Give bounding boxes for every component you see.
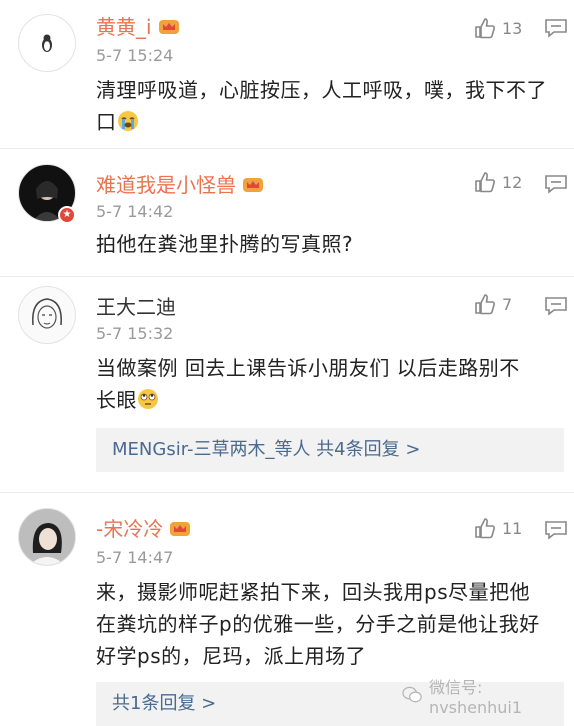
verified-badge-icon: ★ (58, 206, 76, 224)
timestamp: 5-7 14:42 (96, 202, 174, 221)
comment-text-line: 长眼 (96, 388, 137, 412)
penguin-icon (42, 34, 52, 52)
crying-face-icon (117, 111, 138, 131)
reply-icon[interactable] (544, 520, 568, 540)
like-button[interactable]: 11 (474, 516, 522, 540)
comment-text: 清理呼吸道，心脏按压，人工呼吸，噗，我下不了 口 (96, 74, 556, 138)
like-button[interactable]: 7 (474, 292, 512, 316)
username[interactable]: 难道我是小怪兽 (96, 172, 264, 198)
sketch-woman-avatar (32, 298, 62, 329)
like-button[interactable]: 13 (474, 16, 522, 40)
avatar[interactable] (18, 286, 76, 344)
username-text[interactable]: 黄黄_i (96, 15, 152, 39)
reply-icon[interactable] (544, 18, 568, 38)
reply-icon[interactable] (544, 174, 568, 194)
username[interactable]: 黄黄_i (96, 14, 180, 40)
wechat-icon (402, 686, 422, 703)
thumbs-up-icon (475, 18, 495, 39)
like-count: 11 (502, 518, 523, 538)
avatar[interactable] (18, 14, 76, 72)
comment-text-line: 当做案例 回去上课告诉小朋友们 以后走路别不 (96, 356, 520, 380)
comment-text: 当做案例 回去上课告诉小朋友们 以后走路别不 长眼 (96, 352, 556, 416)
username-text[interactable]: 王大二迪 (96, 295, 176, 319)
thumbs-up-icon (475, 172, 495, 193)
timestamp: 5-7 14:47 (96, 548, 174, 567)
like-button[interactable]: 12 (474, 170, 522, 194)
vip-crown-icon (243, 177, 263, 192)
like-count: 7 (502, 294, 513, 314)
divider (0, 492, 574, 493)
divider (0, 276, 574, 277)
watermark-text: 微信号: nvshenhui1 (429, 677, 523, 717)
replies-link[interactable]: MENGsir-三草两木_等人 共4条回复 > (96, 428, 564, 472)
like-count: 13 (502, 18, 523, 38)
like-count: 12 (502, 172, 523, 192)
comment-text: 拍他在粪池里扑腾的写真照? (96, 228, 556, 260)
username-text[interactable]: -宋冷冷 (96, 517, 163, 541)
comment-text: 来，摄影师呢赶紧拍下来，回头我用ps尽量把他 在粪坑的样子p的优雅一些，分手之前… (96, 576, 556, 672)
vip-crown-icon (170, 521, 191, 536)
username[interactable]: -宋冷冷 (96, 516, 191, 542)
reply-icon[interactable] (544, 296, 568, 316)
watermark: 微信号: nvshenhui1 (402, 678, 574, 717)
vip-crown-icon (158, 19, 179, 34)
thumbs-up-icon (475, 294, 495, 315)
comment-text-line: 清理呼吸道，心脏按压，人工呼吸，噗，我下不了 (96, 78, 547, 102)
comment-text-line: 来，摄影师呢赶紧拍下来，回头我用ps尽量把他 (96, 580, 531, 604)
avatar[interactable] (18, 508, 76, 566)
rolling-eyes-icon (138, 389, 158, 409)
thumbs-up-icon (475, 518, 495, 539)
comment-text-line: 在粪坑的样子p的优雅一些，分手之前是他让我好 (96, 612, 540, 636)
timestamp: 5-7 15:32 (96, 324, 174, 343)
divider (0, 148, 574, 149)
username[interactable]: 王大二迪 (96, 294, 176, 320)
comment-text-line: 拍他在粪池里扑腾的写真照? (96, 232, 354, 256)
comment-text-line: 好学ps的，尼玛，派上用场了 (96, 644, 367, 668)
timestamp: 5-7 15:24 (96, 46, 174, 65)
comment-text-line: 口 (96, 110, 117, 134)
woman-photo-avatar (19, 509, 75, 565)
username-text[interactable]: 难道我是小怪兽 (96, 173, 236, 197)
